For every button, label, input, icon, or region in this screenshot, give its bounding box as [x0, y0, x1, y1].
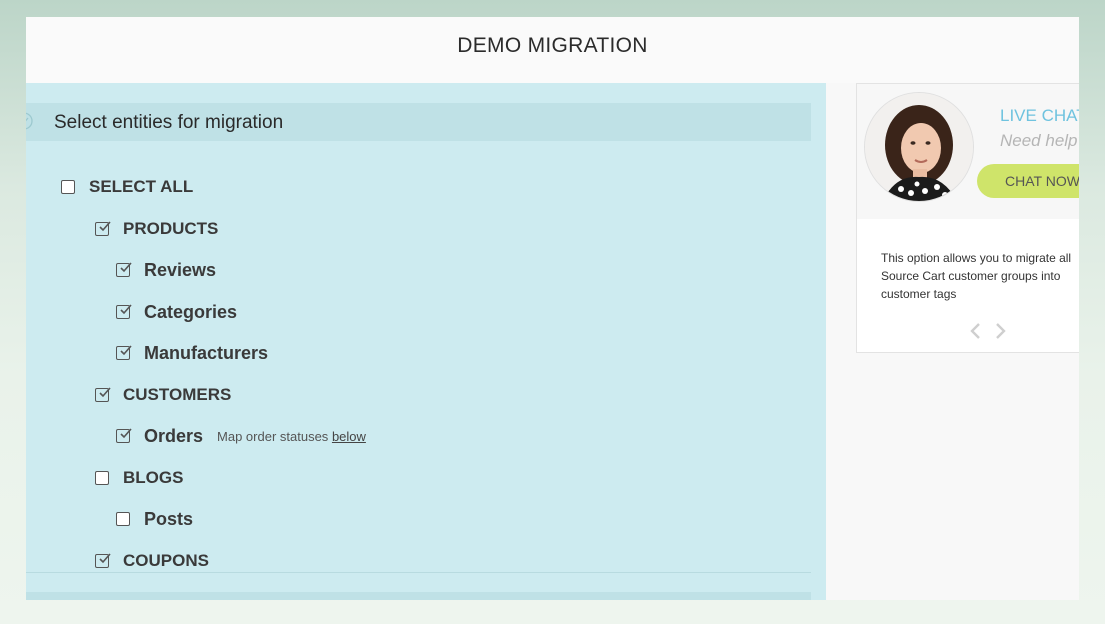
checkmark-icon	[99, 553, 111, 564]
need-help-text: Need help?	[1000, 131, 1079, 150]
order-status-note: Map order statuses below	[217, 429, 366, 444]
categories-label: Categories	[144, 301, 238, 322]
check-circle-icon	[26, 112, 33, 130]
section-header: Select entities for migration	[26, 103, 811, 141]
checkmark-icon	[99, 221, 111, 232]
chat-now-button[interactable]: CHAT NOW	[977, 164, 1079, 198]
manufacturers-row[interactable]: Manufacturers	[116, 341, 268, 365]
coupons-label: COUPONS	[123, 551, 209, 570]
migration-frame: DEMO MIGRATION Select entities for migra…	[26, 17, 1079, 600]
select-all-label: SELECT ALL	[89, 177, 194, 196]
chevron-left-icon[interactable]	[970, 323, 980, 339]
checkmark-icon	[120, 345, 132, 356]
orders-label: Orders	[144, 425, 204, 446]
products-label: PRODUCTS	[123, 219, 219, 238]
orders-checkbox[interactable]	[116, 428, 132, 443]
select-all-row[interactable]: SELECT ALL	[61, 175, 193, 199]
posts-row[interactable]: Posts	[116, 507, 193, 531]
coupons-checkbox[interactable]	[95, 553, 111, 568]
checkmark-icon	[120, 428, 132, 439]
products-checkbox[interactable]	[95, 221, 111, 236]
reviews-row[interactable]: Reviews	[116, 258, 216, 282]
chat-header: LIVE CHAT Need help? CHAT NOW	[857, 84, 1079, 219]
reviews-label: Reviews	[144, 259, 217, 280]
blogs-label: BLOGS	[123, 468, 184, 487]
live-chat-title: LIVE CHAT	[1000, 106, 1079, 125]
entities-panel: Select entities for migration SELECT ALL…	[26, 83, 826, 600]
reviews-checkbox[interactable]	[116, 262, 132, 277]
order-status-note-text: Map order statuses	[217, 428, 329, 444]
customers-checkbox[interactable]	[95, 387, 111, 402]
section-title: Select entities for migration	[54, 112, 284, 133]
tip-navigation	[970, 323, 1006, 339]
page-header: DEMO MIGRATION	[26, 17, 1079, 83]
agent-portrait-icon	[865, 93, 973, 201]
blogs-row[interactable]: BLOGS	[95, 466, 183, 490]
customers-label: CUSTOMERS	[123, 385, 232, 404]
chevron-right-icon[interactable]	[996, 323, 1006, 339]
checkmark-icon	[120, 262, 132, 273]
section-divider	[26, 572, 811, 573]
categories-row[interactable]: Categories	[116, 300, 237, 324]
manufacturers-checkbox[interactable]	[116, 345, 132, 360]
categories-checkbox[interactable]	[116, 304, 132, 319]
posts-checkbox[interactable]	[116, 512, 130, 526]
order-status-below-link[interactable]: below	[332, 429, 366, 444]
blogs-checkbox[interactable]	[95, 471, 109, 485]
checkmark-icon	[99, 387, 111, 398]
support-agent-avatar	[864, 92, 974, 202]
coupons-row[interactable]: COUPONS	[95, 549, 209, 573]
posts-label: Posts	[144, 508, 194, 529]
customers-row[interactable]: CUSTOMERS	[95, 383, 231, 407]
manufacturers-label: Manufacturers	[144, 342, 269, 363]
orders-row[interactable]: Orders Map order statuses below	[116, 424, 366, 448]
select-all-checkbox[interactable]	[61, 180, 75, 194]
page-title: DEMO MIGRATION	[457, 34, 648, 57]
next-section-header	[26, 592, 811, 600]
option-info-text: This option allows you to migrate all So…	[881, 251, 1072, 301]
checkmark-icon	[120, 304, 132, 315]
products-row[interactable]: PRODUCTS	[95, 217, 218, 241]
live-chat-card: LIVE CHAT Need help? CHAT NOW This optio…	[856, 83, 1079, 353]
